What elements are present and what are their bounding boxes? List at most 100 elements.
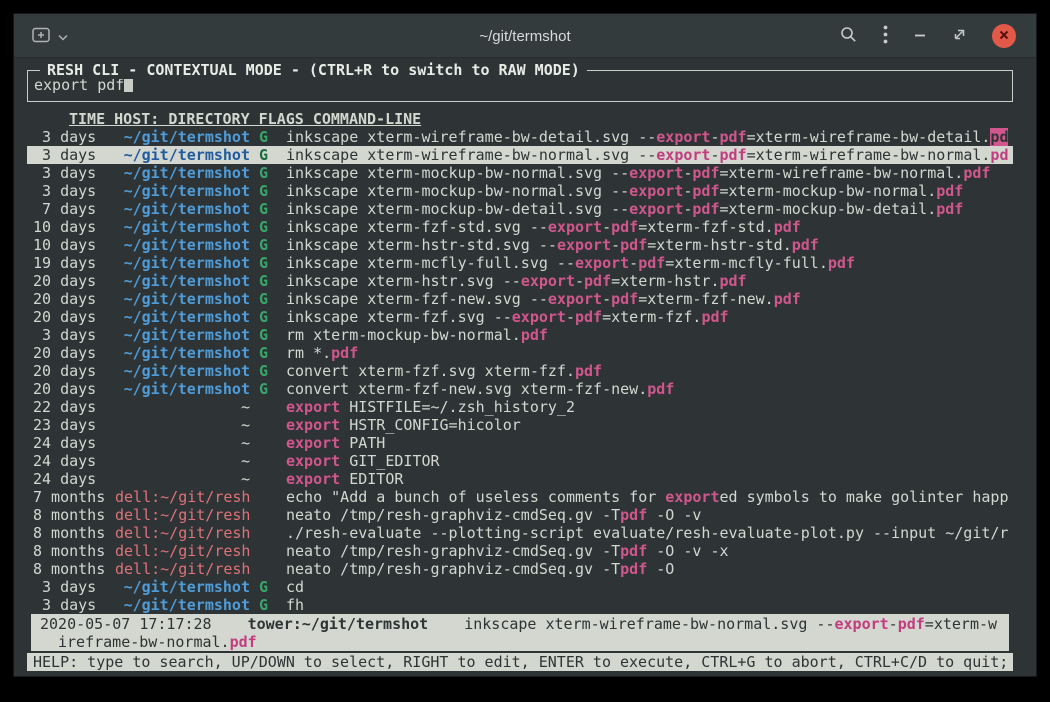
status-host-directory: tower:~/git/termshot xyxy=(248,615,429,633)
history-row[interactable]: 3 days~/git/termshotGinkscape xterm-wire… xyxy=(27,128,1013,146)
text-cursor xyxy=(124,77,133,92)
history-command: neato /tmp/resh-graphviz-cmdSeq.gv -Tpdf… xyxy=(286,506,1013,524)
command-segment: pdf xyxy=(331,344,358,362)
history-row[interactable]: 20 days~/git/termshotGconvert xterm-fzf.… xyxy=(27,362,1013,380)
minimize-icon xyxy=(914,29,926,44)
command-segment: inkscape xterm-wireframe-bw-detail.svg -… xyxy=(286,128,656,146)
command-segment: export xyxy=(286,470,340,488)
history-row[interactable]: 10 days~/git/termshotGinkscape xterm-hst… xyxy=(27,236,1013,254)
search-icon xyxy=(840,26,857,46)
history-time: 20 days xyxy=(33,380,106,398)
history-directory: ~/git/termshot xyxy=(115,218,250,236)
history-row[interactable]: 7 monthsdell:~/git/reshecho "Add a bunch… xyxy=(27,488,1013,506)
command-segment: pd xyxy=(990,128,1008,146)
history-row[interactable]: 3 days~/git/termshotGrm xterm-mockup-bw-… xyxy=(27,326,1013,344)
command-segment: HSTR_CONFIG=hicolor xyxy=(340,416,521,434)
history-row[interactable]: 8 monthsdell:~/git/reshneato /tmp/resh-g… xyxy=(27,506,1013,524)
history-directory: ~/git/termshot xyxy=(115,128,250,146)
history-row[interactable]: 24 days~export PATH xyxy=(27,434,1013,452)
titlebar: ~/git/termshot xyxy=(14,14,1036,58)
mode-title: RESH CLI - CONTEXTUAL MODE - (CTRL+R to … xyxy=(40,61,587,79)
minimize-button[interactable] xyxy=(914,29,926,44)
history-row[interactable]: 8 monthsdell:~/git/reshneato /tmp/resh-g… xyxy=(27,560,1013,578)
history-row[interactable]: 20 days~/git/termshotGinkscape xterm-hst… xyxy=(27,272,1013,290)
menu-button[interactable] xyxy=(883,25,888,47)
history-command: ./resh-evaluate --plotting-script evalua… xyxy=(286,524,1013,542)
terminal-window: ~/git/termshot xyxy=(14,14,1036,676)
command-segment: pdf xyxy=(575,362,602,380)
command-segment: export xyxy=(656,146,710,164)
command-segment: -O -v -x xyxy=(647,542,728,560)
history-flags xyxy=(259,434,268,452)
history-row[interactable]: 24 days~export EDITOR xyxy=(27,470,1013,488)
command-segment: rm *. xyxy=(286,344,331,362)
command-segment: =xterm-w xyxy=(925,615,997,633)
command-segment: - xyxy=(575,272,584,290)
history-row[interactable]: 20 days~/git/termshotGinkscape xterm-fzf… xyxy=(27,290,1013,308)
history-time: 3 days xyxy=(33,182,106,200)
history-row[interactable]: 8 monthsdell:~/git/resh./resh-evaluate -… xyxy=(27,524,1013,542)
history-row[interactable]: 23 days~export HSTR_CONFIG=hicolor xyxy=(27,416,1013,434)
command-segment: inkscape xterm-fzf-std.svg -- xyxy=(286,218,548,236)
history-directory: ~/git/termshot xyxy=(115,164,250,182)
history-directory: ~ xyxy=(115,452,250,470)
command-segment: - xyxy=(889,615,898,633)
command-segment: inkscape xterm-mockup-bw-normal.svg -- xyxy=(286,164,629,182)
history-flags: G xyxy=(259,380,268,398)
history-flags xyxy=(259,452,268,470)
search-button[interactable] xyxy=(840,26,857,46)
close-button[interactable] xyxy=(992,24,1016,48)
history-flags: G xyxy=(259,344,268,362)
history-row-selected[interactable]: 3 days~/git/termshotGinkscape xterm-wire… xyxy=(27,146,1013,164)
command-segment: pdf xyxy=(611,218,638,236)
query-box[interactable]: RESH CLI - CONTEXTUAL MODE - (CTRL+R to … xyxy=(27,70,1013,102)
history-row[interactable]: 19 days~/git/termshotGinkscape xterm-mcf… xyxy=(27,254,1013,272)
command-segment: pdf xyxy=(620,506,647,524)
command-segment: EDITOR xyxy=(340,470,403,488)
kebab-menu-icon xyxy=(883,25,888,47)
history-row[interactable]: 3 days~/git/termshotGinkscape xterm-mock… xyxy=(27,182,1013,200)
history-row[interactable]: 24 days~export GIT_EDITOR xyxy=(27,452,1013,470)
history-row[interactable]: 8 monthsdell:~/git/reshneato /tmp/resh-g… xyxy=(27,542,1013,560)
history-flags: G xyxy=(259,128,268,146)
command-segment: rm xterm-mockup-bw-normal. xyxy=(286,326,521,344)
history-command: rm *.pdf xyxy=(286,344,1013,362)
history-row[interactable]: 3 days~/git/termshotGcd xyxy=(27,578,1013,596)
command-segment: pdf xyxy=(575,308,602,326)
command-segment: export xyxy=(656,128,710,146)
history-directory: ~/git/termshot xyxy=(115,308,250,326)
history-row[interactable]: 10 days~/git/termshotGinkscape xterm-fzf… xyxy=(27,218,1013,236)
history-time: 3 days xyxy=(33,596,106,614)
restore-button[interactable] xyxy=(952,28,966,45)
command-segment: pdf xyxy=(521,326,548,344)
history-directory: ~ xyxy=(115,398,250,416)
command-segment: pdf xyxy=(620,542,647,560)
history-row[interactable]: 3 days~/git/termshotGfh xyxy=(27,596,1013,614)
history-flags: G xyxy=(259,236,268,254)
history-directory: dell:~/git/resh xyxy=(115,524,250,542)
history-flags: G xyxy=(259,596,268,614)
history-row[interactable]: 3 days~/git/termshotGinkscape xterm-mock… xyxy=(27,164,1013,182)
command-segment: pdf xyxy=(701,308,728,326)
command-segment: export xyxy=(629,164,683,182)
history-command: export EDITOR xyxy=(286,470,1013,488)
history-command: inkscape xterm-hstr-std.svg --export-pdf… xyxy=(286,236,1013,254)
history-time: 8 months xyxy=(33,560,106,578)
history-command: inkscape xterm-mockup-bw-normal.svg --ex… xyxy=(286,164,1013,182)
history-directory: ~/git/termshot xyxy=(115,146,250,164)
history-flags: G xyxy=(259,200,268,218)
history-row[interactable]: 22 days~export HISTFILE=~/.zsh_history_2 xyxy=(27,398,1013,416)
history-time: 8 months xyxy=(33,506,106,524)
status-timestamp: 2020-05-07 17:17:28 xyxy=(40,615,212,633)
command-segment: pdf xyxy=(719,146,746,164)
history-row[interactable]: 20 days~/git/termshotGinkscape xterm-fzf… xyxy=(27,308,1013,326)
history-row[interactable]: 7 days~/git/termshotGinkscape xterm-mock… xyxy=(27,200,1013,218)
history-flags: G xyxy=(259,308,268,326)
command-segment: pdf xyxy=(774,218,801,236)
history-flags: G xyxy=(259,254,268,272)
command-segment: pdf xyxy=(936,200,963,218)
history-row[interactable]: 20 days~/git/termshotGrm *.pdf xyxy=(27,344,1013,362)
history-row[interactable]: 20 days~/git/termshotGconvert xterm-fzf-… xyxy=(27,380,1013,398)
history-time: 7 months xyxy=(33,488,106,506)
help-bar: HELP: type to search, UP/DOWN to select,… xyxy=(27,653,1013,671)
